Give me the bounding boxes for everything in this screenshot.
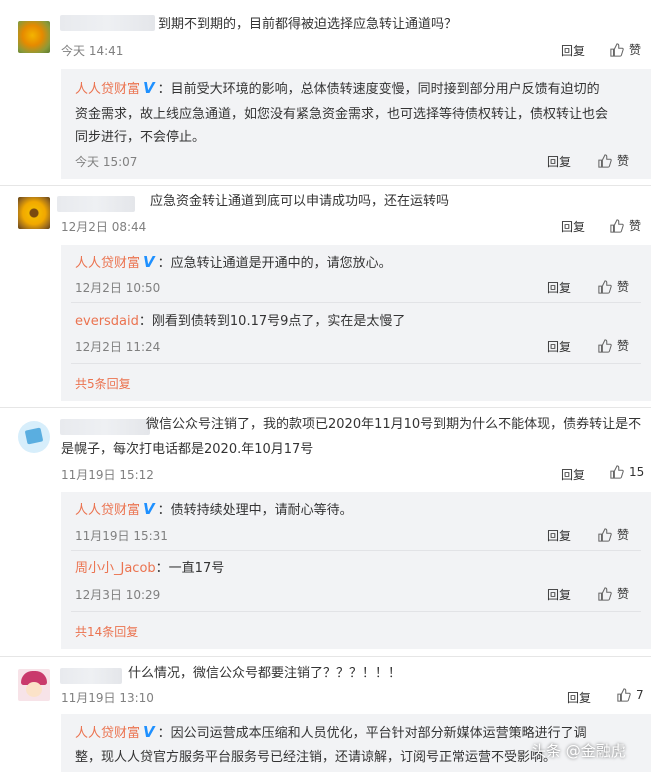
like-button[interactable]: 赞 — [610, 41, 641, 58]
like-count: 15 — [629, 465, 645, 479]
reply-button[interactable]: 回复 — [547, 586, 571, 603]
reply-time: 11月19日 15:31 — [75, 529, 168, 543]
like-count: 7 — [636, 688, 644, 702]
reply-item: 人人贷财富 V ：应急转让通道是开通中的，请您放心。 — [75, 251, 392, 275]
thumb-up-icon — [610, 42, 624, 57]
reply-text-line: 整，现人人贷官方服务平台服务号已经注销，还请谅解，订阅号正常运营不受影响。 — [75, 750, 557, 765]
reply-text: 目前受大环境的影响，总体债转速度变慢，同时接到部分用户反馈有迫切的 — [170, 82, 600, 97]
comment-time: 今天 14:41 — [61, 44, 124, 58]
like-label: 赞 — [629, 219, 642, 233]
comment-text: 什么情况，微信公众号都要注销了？？？！！！ — [128, 666, 402, 681]
like-button[interactable]: 赞 — [598, 152, 629, 169]
reply-time: 今天 15:07 — [75, 155, 138, 169]
thumb-up-icon — [598, 153, 612, 168]
comment-time: 11月19日 15:12 — [61, 468, 154, 482]
reply-item: 周小小_Jacob：一直17号 — [75, 561, 225, 576]
username-blurred[interactable] — [57, 196, 135, 212]
verified-icon: V — [143, 500, 155, 518]
reply-button[interactable]: 回复 — [547, 279, 571, 296]
like-button[interactable]: 赞 — [598, 337, 629, 354]
comment-time: 12月2日 08:44 — [61, 220, 147, 234]
avatar[interactable] — [18, 421, 50, 453]
reply-item: 人人贷财富 V ：债转持续处理中，请耐心等待。 — [75, 498, 353, 522]
reply-button[interactable]: 回复 — [547, 527, 571, 544]
watermark: 头条 @金融虎 — [531, 742, 626, 760]
thumb-up-icon — [617, 688, 631, 702]
reply-text: 应急转让通道是开通中的，请您放心。 — [170, 256, 392, 271]
reply-time: 12月2日 10:50 — [75, 281, 161, 295]
reply-text: 债转持续处理中，请耐心等待。 — [170, 503, 353, 518]
verified-icon: V — [143, 723, 155, 741]
reply-button[interactable]: 回复 — [567, 689, 591, 706]
reply-author[interactable]: 人人贷财富 — [75, 726, 140, 741]
avatar[interactable] — [18, 197, 50, 229]
comment-time: 11月19日 13:10 — [61, 691, 154, 705]
avatar[interactable] — [18, 669, 50, 701]
reply-author[interactable]: eversdaid — [75, 314, 139, 329]
username-blurred[interactable] — [60, 15, 155, 31]
divider — [0, 407, 651, 408]
verified-icon: V — [143, 253, 155, 271]
reply-item: eversdaid：刚看到债转到10.17号9点了，实在是太慢了 — [75, 314, 406, 329]
like-button[interactable]: 7 — [617, 688, 644, 702]
like-label: 赞 — [617, 528, 630, 542]
divider — [71, 611, 641, 612]
like-label: 赞 — [617, 587, 630, 601]
comment-text: 到期不到期的，目前都得被迫选择应急转让通道吗？ — [158, 17, 458, 32]
reply-button[interactable]: 回复 — [561, 42, 585, 59]
reply-button[interactable]: 回复 — [561, 218, 585, 235]
verified-icon: V — [143, 79, 155, 97]
comment-text-line: 是幌子，每次打电话都是2020.年10月17号 — [61, 442, 314, 457]
reply-button[interactable]: 回复 — [547, 338, 571, 355]
reply-text-line: 资金需求，故上线应急通道，如您没有紧急资金需求，也可选择等待债权转让，债权转让也… — [75, 107, 609, 122]
like-button[interactable]: 15 — [610, 465, 644, 479]
reply-author[interactable]: 人人贷财富 — [75, 256, 140, 271]
thumb-up-icon — [610, 465, 624, 479]
like-button[interactable]: 赞 — [598, 585, 629, 602]
reply-time: 12月3日 10:29 — [75, 588, 161, 602]
reply-author[interactable]: 人人贷财富 — [75, 82, 140, 97]
reply-item: 人人贷财富 V ：因公司运营成本压缩和人员优化，平台针对部分新媒体运营策略进行了调 — [75, 721, 587, 745]
reply-time: 12月2日 11:24 — [75, 340, 161, 354]
thumb-up-icon — [598, 527, 612, 542]
more-replies-link[interactable]: 共14条回复 — [75, 623, 138, 640]
comment-text: 微信公众号注销了，我的款项已2020年11月10号到期为什么不能体现，债券转让是… — [146, 417, 642, 432]
like-label: 赞 — [617, 280, 630, 294]
username-blurred[interactable] — [60, 419, 150, 435]
reply-text-line: 同步进行，不会停止。 — [75, 130, 206, 145]
divider — [0, 656, 651, 657]
divider — [71, 363, 641, 364]
like-label: 赞 — [629, 43, 642, 57]
reply-author[interactable]: 周小小_Jacob — [75, 561, 156, 576]
like-button[interactable]: 赞 — [598, 526, 629, 543]
like-button[interactable]: 赞 — [598, 278, 629, 295]
reply-button[interactable]: 回复 — [547, 153, 571, 170]
reply-author[interactable]: 人人贷财富 — [75, 503, 140, 518]
divider — [0, 185, 651, 186]
avatar[interactable] — [18, 21, 50, 53]
thumb-up-icon — [610, 218, 624, 233]
username-blurred[interactable] — [60, 668, 122, 684]
like-label: 赞 — [617, 154, 630, 168]
thumb-up-icon — [598, 586, 612, 601]
like-label: 赞 — [617, 339, 630, 353]
reply-text: 一直17号 — [168, 561, 225, 576]
comment-text: 应急资金转让通道到底可以申请成功吗，还在运转吗 — [150, 194, 450, 209]
thumb-up-icon — [598, 279, 612, 294]
reply-button[interactable]: 回复 — [561, 466, 585, 483]
like-button[interactable]: 赞 — [610, 217, 641, 234]
thumb-up-icon — [598, 338, 612, 353]
more-replies-link[interactable]: 共5条回复 — [75, 375, 131, 392]
reply-item: 人人贷财富 V ：目前受大环境的影响，总体债转速度变慢，同时接到部分用户反馈有迫切的 — [75, 77, 600, 101]
reply-text: 因公司运营成本压缩和人员优化，平台针对部分新媒体运营策略进行了调 — [170, 726, 587, 741]
divider — [71, 302, 641, 303]
divider — [71, 550, 641, 551]
reply-text: 刚看到债转到10.17号9点了，实在是太慢了 — [151, 314, 406, 329]
